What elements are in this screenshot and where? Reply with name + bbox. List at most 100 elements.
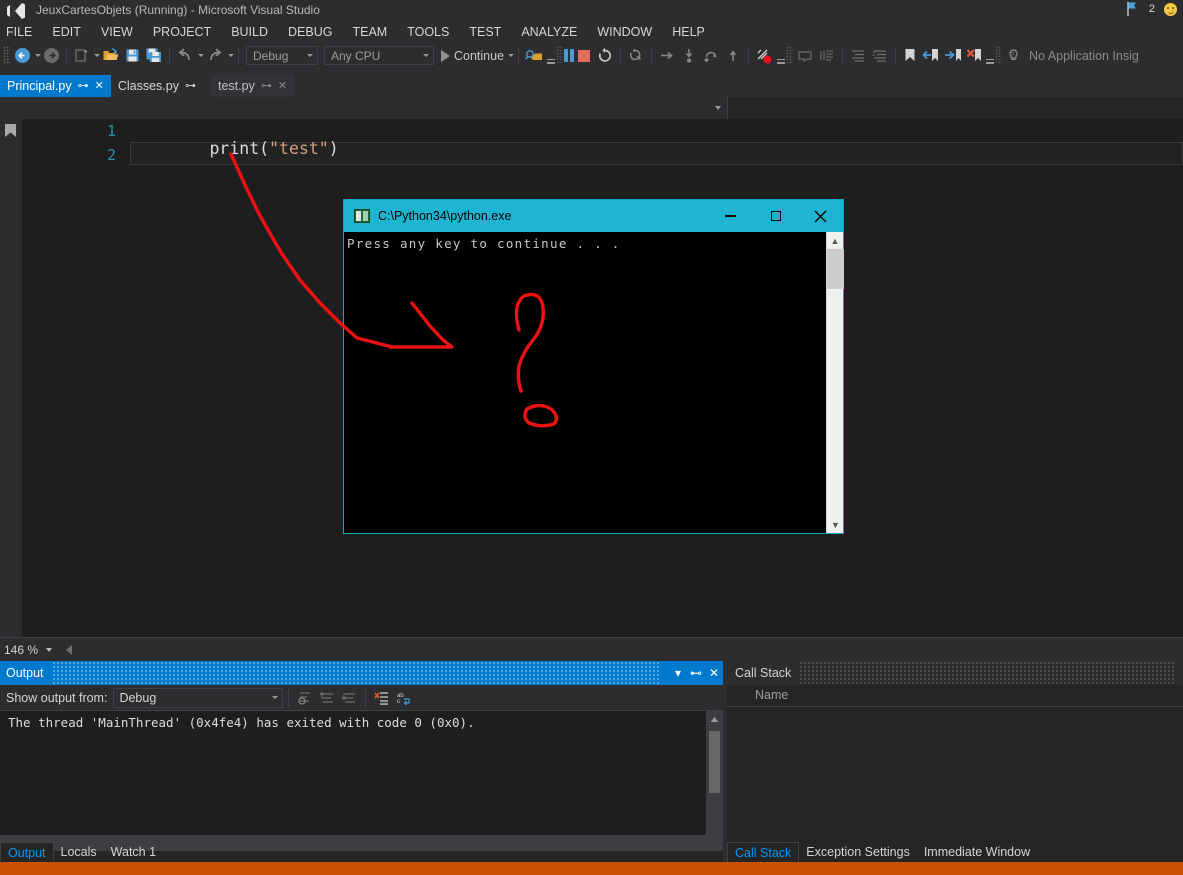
go-to-next-message-icon[interactable] <box>338 687 360 709</box>
step-run-icon[interactable] <box>656 45 678 67</box>
breakpoints-icon[interactable] <box>753 45 777 67</box>
menu-item-edit[interactable]: EDIT <box>42 25 90 39</box>
scrollbar-thumb[interactable] <box>709 731 720 793</box>
output-vertical-scrollbar[interactable] <box>706 711 723 851</box>
previous-bookmark-icon[interactable] <box>920 45 942 67</box>
console-output-area[interactable]: Press any key to continue . . . <box>344 232 843 533</box>
output-text-area[interactable]: The thread 'MainThread' (0x4fe4) has exi… <box>0 711 723 851</box>
attach-overflow-icon[interactable] <box>547 46 556 66</box>
continue-dropdown-icon[interactable] <box>508 54 515 57</box>
next-bookmark-icon[interactable] <box>942 45 964 67</box>
break-all-icon[interactable] <box>564 49 575 62</box>
step-over-icon[interactable] <box>700 45 722 67</box>
output-panel[interactable]: Output ▾ ⊷ ✕ Show output from: Debug ab … <box>0 661 723 875</box>
maximize-icon[interactable] <box>753 200 798 232</box>
stop-debugging-icon[interactable] <box>578 49 591 62</box>
chevron-down-icon[interactable]: ▾ <box>669 661 687 685</box>
close-icon[interactable] <box>798 200 843 232</box>
bottom-tab-call-stack[interactable]: Call Stack <box>727 842 800 862</box>
close-icon[interactable]: ✕ <box>278 80 287 92</box>
pin-icon[interactable]: ⊶ <box>78 80 89 92</box>
scroll-up-icon[interactable]: ▲ <box>827 232 843 249</box>
toggle-word-wrap-icon[interactable]: ab c <box>393 687 415 709</box>
attach-to-process-icon[interactable] <box>523 45 547 67</box>
editor-indicator-margin[interactable] <box>0 119 22 637</box>
member-navigation-combo[interactable] <box>728 97 1183 119</box>
continue-button[interactable]: Continue <box>454 49 504 63</box>
uncomment-selection-icon[interactable] <box>816 45 838 67</box>
pin-icon[interactable]: ⊶ <box>185 80 196 92</box>
application-insights-label[interactable]: No Application Insig <box>1029 49 1139 63</box>
solution-configuration-combo[interactable]: Debug <box>246 46 318 65</box>
menu-item-tools[interactable]: TOOLS <box>397 25 459 39</box>
call-stack-panel-header[interactable]: Call Stack <box>727 661 1183 685</box>
menu-item-build[interactable]: BUILD <box>221 25 278 39</box>
step-into-icon[interactable] <box>678 45 700 67</box>
close-icon[interactable]: ✕ <box>95 80 104 92</box>
solution-platform-combo[interactable]: Any CPU <box>324 46 434 65</box>
tab-classes-py[interactable]: Classes.py ⊶ <box>110 75 203 97</box>
feedback-flag-icon[interactable] <box>1126 1 1140 17</box>
horizontal-scroll-left-icon[interactable] <box>66 644 73 655</box>
bottom-tab-exception-settings[interactable]: Exception Settings <box>799 842 917 862</box>
save-all-icon[interactable] <box>143 45 165 67</box>
output-panel-header[interactable]: Output ▾ ⊷ ✕ <box>0 661 723 685</box>
navigate-forward-icon[interactable] <box>41 45 62 67</box>
menu-item-team[interactable]: TEAM <box>342 25 397 39</box>
decrease-indent-icon[interactable] <box>847 45 869 67</box>
clear-all-icon[interactable] <box>371 687 393 709</box>
panel-drag-grip[interactable] <box>51 661 661 685</box>
bookmark-glyph-icon[interactable] <box>4 123 17 138</box>
scrollbar-thumb[interactable] <box>827 249 844 289</box>
new-project-icon[interactable] <box>71 45 92 67</box>
minimize-icon[interactable] <box>708 200 753 232</box>
scroll-up-icon[interactable] <box>706 711 723 728</box>
menu-item-project[interactable]: PROJECT <box>143 25 221 39</box>
go-to-previous-message-icon[interactable] <box>316 687 338 709</box>
undo-icon[interactable] <box>174 45 196 67</box>
menu-item-help[interactable]: HELP <box>662 25 715 39</box>
console-vertical-scrollbar[interactable]: ▲ ▼ <box>826 232 844 533</box>
bottom-tab-immediate-window[interactable]: Immediate Window <box>917 842 1037 862</box>
bookmarks-overflow-icon[interactable] <box>986 46 995 66</box>
bottom-tab-watch-1[interactable]: Watch 1 <box>104 842 163 862</box>
increase-indent-icon[interactable]: 2 <box>869 45 891 67</box>
bottom-tab-locals[interactable]: Locals <box>54 842 104 862</box>
redo-icon[interactable] <box>204 45 226 67</box>
panel-drag-grip[interactable] <box>799 661 1175 685</box>
comment-selection-icon[interactable] <box>794 45 816 67</box>
navigate-back-icon[interactable] <box>12 45 33 67</box>
toggle-bookmark-icon[interactable] <box>900 45 920 67</box>
menu-item-debug[interactable]: DEBUG <box>278 25 342 39</box>
tab-principal-py[interactable]: Principal.py ⊶ ✕ <box>0 75 111 97</box>
toolbar-grip[interactable] <box>3 46 10 65</box>
type-navigation-combo[interactable] <box>0 97 728 119</box>
breakpoints-overflow-icon[interactable] <box>777 46 786 66</box>
application-insights-icon[interactable]: ? <box>1003 45 1024 67</box>
send-a-smile-icon[interactable] <box>1164 2 1177 16</box>
pin-icon[interactable]: ⊷ <box>687 661 705 685</box>
save-icon[interactable] <box>122 45 143 67</box>
open-file-icon[interactable] <box>100 45 122 67</box>
step-out-icon[interactable] <box>722 45 744 67</box>
show-next-statement-icon[interactable] <box>625 45 647 67</box>
tab-test-py[interactable]: test.py ⊶ ✕ <box>210 75 295 97</box>
menu-item-test[interactable]: TEST <box>459 25 511 39</box>
pin-icon[interactable]: ⊶ <box>261 80 272 92</box>
clear-bookmarks-icon[interactable] <box>964 45 986 67</box>
python-console-window[interactable]: C:\Python34\python.exe Press any key to … <box>344 200 844 533</box>
restart-icon[interactable] <box>594 45 616 67</box>
chevron-down-icon[interactable] <box>46 647 53 652</box>
bottom-tab-output[interactable]: Output <box>0 842 54 862</box>
menu-item-view[interactable]: VIEW <box>91 25 143 39</box>
menu-item-file[interactable]: FILE <box>0 25 42 39</box>
scroll-down-icon[interactable]: ▼ <box>827 516 844 533</box>
zoom-level-value[interactable]: 146 % <box>4 643 38 657</box>
call-stack-panel[interactable]: Call Stack Name Call Stack Exception Set… <box>727 661 1183 875</box>
redo-dropdown-icon[interactable] <box>228 54 234 57</box>
output-source-combo[interactable]: Debug <box>113 687 284 708</box>
close-icon[interactable]: ✕ <box>705 661 723 685</box>
play-icon[interactable] <box>441 49 450 62</box>
menu-item-window[interactable]: WINDOW <box>587 25 662 39</box>
find-message-icon[interactable] <box>294 687 316 709</box>
